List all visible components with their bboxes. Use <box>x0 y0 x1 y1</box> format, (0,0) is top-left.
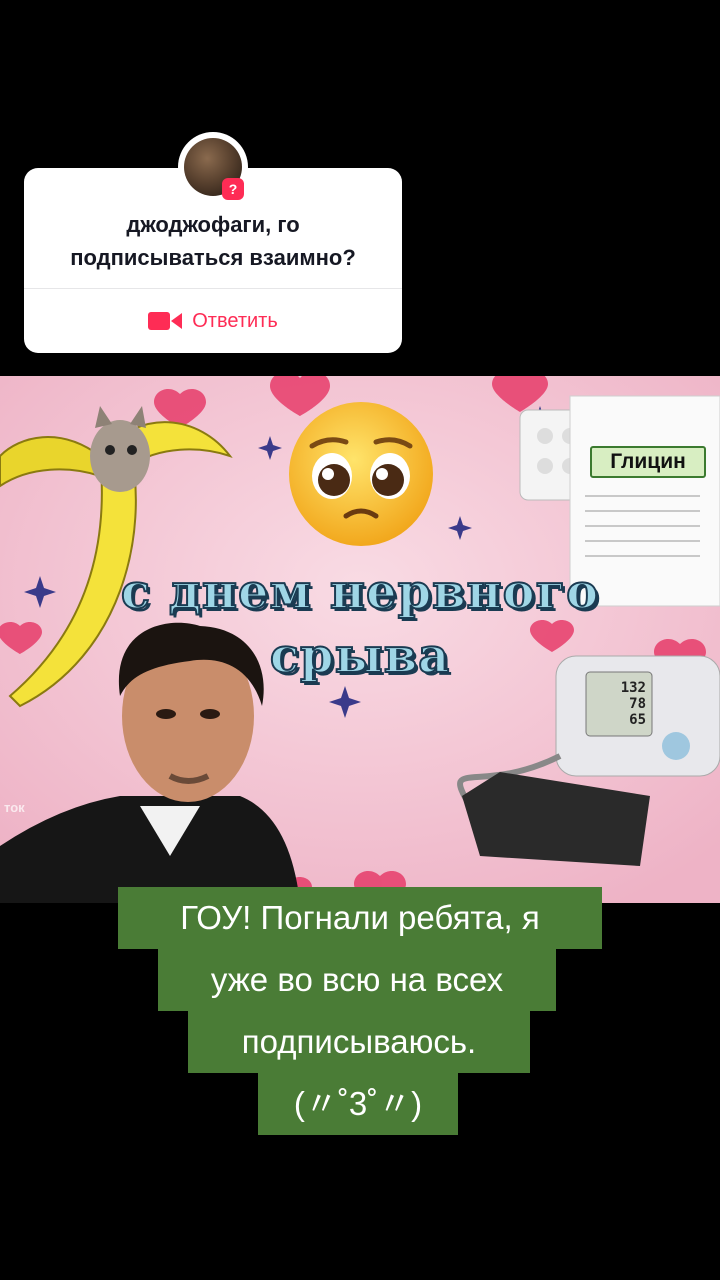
question-text: джоджофаги, го подписываться взаимно? <box>70 212 356 270</box>
caption-line: подписываюсь. <box>188 1011 530 1073</box>
bp-diastolic: 78 <box>629 696 646 712</box>
caption-line: ГОУ! Погнали ребята, я <box>118 887 602 949</box>
card-divider <box>24 288 402 289</box>
bp-readout: 132 78 65 <box>606 680 646 728</box>
meme-title: с днем нервного срыва <box>120 563 600 685</box>
caption-line: (〃˚3˚〃) <box>258 1073 458 1135</box>
pleading-face-emoji <box>289 402 433 546</box>
kitten-shape <box>90 420 150 492</box>
bp-pulse: 65 <box>629 712 646 728</box>
question-badge-icon: ? <box>222 178 244 200</box>
asker-avatar[interactable]: ? <box>178 132 248 202</box>
bp-systolic: 132 <box>620 680 646 696</box>
caption-line: уже во всю на всех <box>158 949 556 1011</box>
tiktok-watermark: ток <box>4 800 25 815</box>
glycine-label: Глицин <box>590 446 706 478</box>
reply-button[interactable]: Ответить <box>24 304 402 338</box>
video-camera-icon <box>148 312 183 330</box>
reply-label: Ответить <box>192 309 278 332</box>
